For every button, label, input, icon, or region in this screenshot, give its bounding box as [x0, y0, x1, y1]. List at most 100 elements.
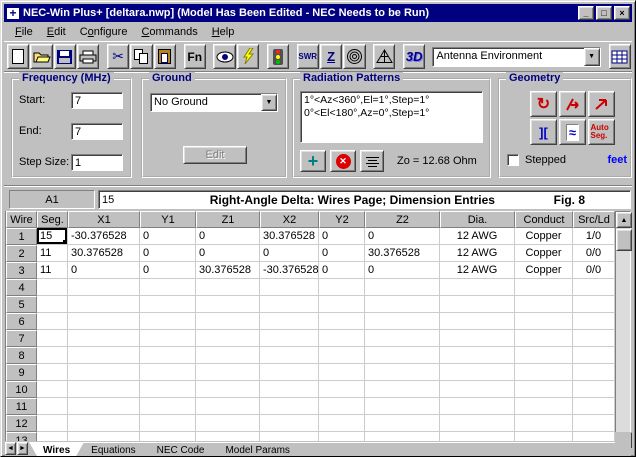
table-cell[interactable]: 0 — [319, 262, 365, 279]
end-input[interactable]: 7 — [71, 123, 123, 140]
table-cell[interactable]: 11 — [37, 245, 68, 262]
table-cell[interactable] — [573, 279, 615, 296]
table-cell[interactable] — [515, 398, 573, 415]
rotate-wire-button[interactable]: ↻ — [530, 91, 557, 117]
column-header-seg[interactable]: Seg. — [37, 211, 68, 228]
row-header[interactable]: 3 — [6, 262, 37, 279]
menu-edit[interactable]: Edit — [40, 24, 73, 40]
table-cell[interactable] — [140, 279, 196, 296]
row-header[interactable]: 12 — [6, 415, 37, 432]
table-cell[interactable] — [260, 313, 319, 330]
table-cell[interactable] — [260, 432, 319, 441]
table-cell[interactable] — [319, 398, 365, 415]
table-cell[interactable] — [260, 279, 319, 296]
table-cell[interactable] — [196, 364, 260, 381]
table-cell[interactable] — [365, 381, 440, 398]
row-header[interactable]: 4 — [6, 279, 37, 296]
translate-wire-button[interactable] — [559, 91, 586, 117]
table-cell[interactable] — [319, 381, 365, 398]
table-cell[interactable] — [573, 432, 615, 441]
table-cell[interactable] — [573, 313, 615, 330]
row-header[interactable]: 1 — [6, 228, 37, 245]
print-button[interactable] — [77, 44, 99, 69]
table-cell[interactable] — [515, 330, 573, 347]
tab-equations[interactable]: Equations — [77, 442, 149, 456]
table-cell[interactable]: Copper — [515, 228, 573, 245]
run-nec-button[interactable] — [237, 44, 259, 69]
table-cell[interactable] — [319, 279, 365, 296]
scrollbar-thumb[interactable] — [616, 229, 632, 251]
close-button[interactable]: × — [614, 6, 630, 20]
table-cell[interactable] — [196, 432, 260, 441]
column-header-conduct[interactable]: Conduct — [515, 211, 573, 228]
table-cell[interactable]: 30.376528 — [365, 245, 440, 262]
start-input[interactable]: 7 — [71, 92, 123, 109]
ground-edit-button[interactable]: Edit — [183, 146, 247, 164]
table-cell[interactable] — [573, 364, 615, 381]
table-cell[interactable] — [319, 415, 365, 432]
table-cell[interactable] — [37, 415, 68, 432]
table-cell[interactable] — [365, 398, 440, 415]
vertical-scrollbar[interactable]: ▲ ▼ — [615, 211, 631, 449]
status-button[interactable] — [267, 44, 289, 69]
table-cell[interactable] — [140, 330, 196, 347]
table-cell[interactable] — [37, 381, 68, 398]
title-bar[interactable]: + NEC-Win Plus+ [deltara.nwp] (Model Has… — [4, 4, 632, 22]
table-cell[interactable] — [260, 330, 319, 347]
table-cell[interactable]: 0 — [319, 228, 365, 245]
column-header-x2[interactable]: X2 — [260, 211, 319, 228]
table-cell[interactable]: 12 AWG — [440, 228, 515, 245]
new-file-button[interactable] — [7, 44, 29, 69]
minimize-button[interactable]: _ — [578, 6, 594, 20]
table-cell[interactable] — [68, 330, 140, 347]
table-cell[interactable] — [515, 381, 573, 398]
table-cell[interactable] — [319, 347, 365, 364]
table-cell[interactable] — [573, 296, 615, 313]
table-cell[interactable]: 0/0 — [573, 245, 615, 262]
column-header-y2[interactable]: Y2 — [319, 211, 365, 228]
save-button[interactable] — [54, 44, 76, 69]
table-cell[interactable] — [365, 364, 440, 381]
table-cell[interactable] — [440, 381, 515, 398]
table-cell[interactable] — [140, 432, 196, 441]
copy-button[interactable] — [130, 44, 152, 69]
tab-nec-code[interactable]: NEC Code — [143, 442, 219, 456]
table-cell[interactable] — [37, 432, 68, 441]
row-header[interactable]: 11 — [6, 398, 37, 415]
table-cell[interactable] — [68, 364, 140, 381]
table-cell[interactable]: 12 AWG — [440, 245, 515, 262]
table-cell[interactable]: 0 — [365, 262, 440, 279]
table-cell[interactable]: 0 — [140, 228, 196, 245]
table-cell[interactable] — [365, 415, 440, 432]
table-cell[interactable] — [37, 313, 68, 330]
paste-button[interactable] — [154, 44, 176, 69]
row-header[interactable]: 7 — [6, 330, 37, 347]
table-cell[interactable] — [573, 398, 615, 415]
table-cell[interactable]: 1/0 — [573, 228, 615, 245]
scale-wire-button[interactable] — [588, 91, 615, 117]
function-button[interactable]: Fn — [184, 44, 206, 69]
table-cell[interactable] — [365, 432, 440, 441]
table-cell[interactable] — [319, 432, 365, 441]
table-cell[interactable] — [37, 296, 68, 313]
table-cell[interactable] — [37, 364, 68, 381]
table-cell[interactable] — [440, 364, 515, 381]
table-cell[interactable] — [140, 347, 196, 364]
table-cell[interactable] — [68, 279, 140, 296]
table-cell[interactable] — [319, 364, 365, 381]
table-cell[interactable] — [196, 279, 260, 296]
row-header[interactable]: 6 — [6, 313, 37, 330]
menu-configure[interactable]: Configure — [73, 24, 135, 40]
column-header-z2[interactable]: Z2 — [365, 211, 440, 228]
open-file-button[interactable] — [30, 44, 52, 69]
table-cell[interactable] — [140, 398, 196, 415]
table-cell[interactable] — [440, 296, 515, 313]
table-cell[interactable] — [573, 415, 615, 432]
table-cell[interactable] — [37, 398, 68, 415]
table-cell[interactable] — [319, 296, 365, 313]
table-cell[interactable]: 0 — [196, 245, 260, 262]
table-cell[interactable] — [140, 296, 196, 313]
table-cell[interactable] — [68, 381, 140, 398]
delete-pattern-button[interactable]: ✕ — [330, 150, 356, 172]
connect-wires-button[interactable]: ][ — [530, 119, 557, 145]
